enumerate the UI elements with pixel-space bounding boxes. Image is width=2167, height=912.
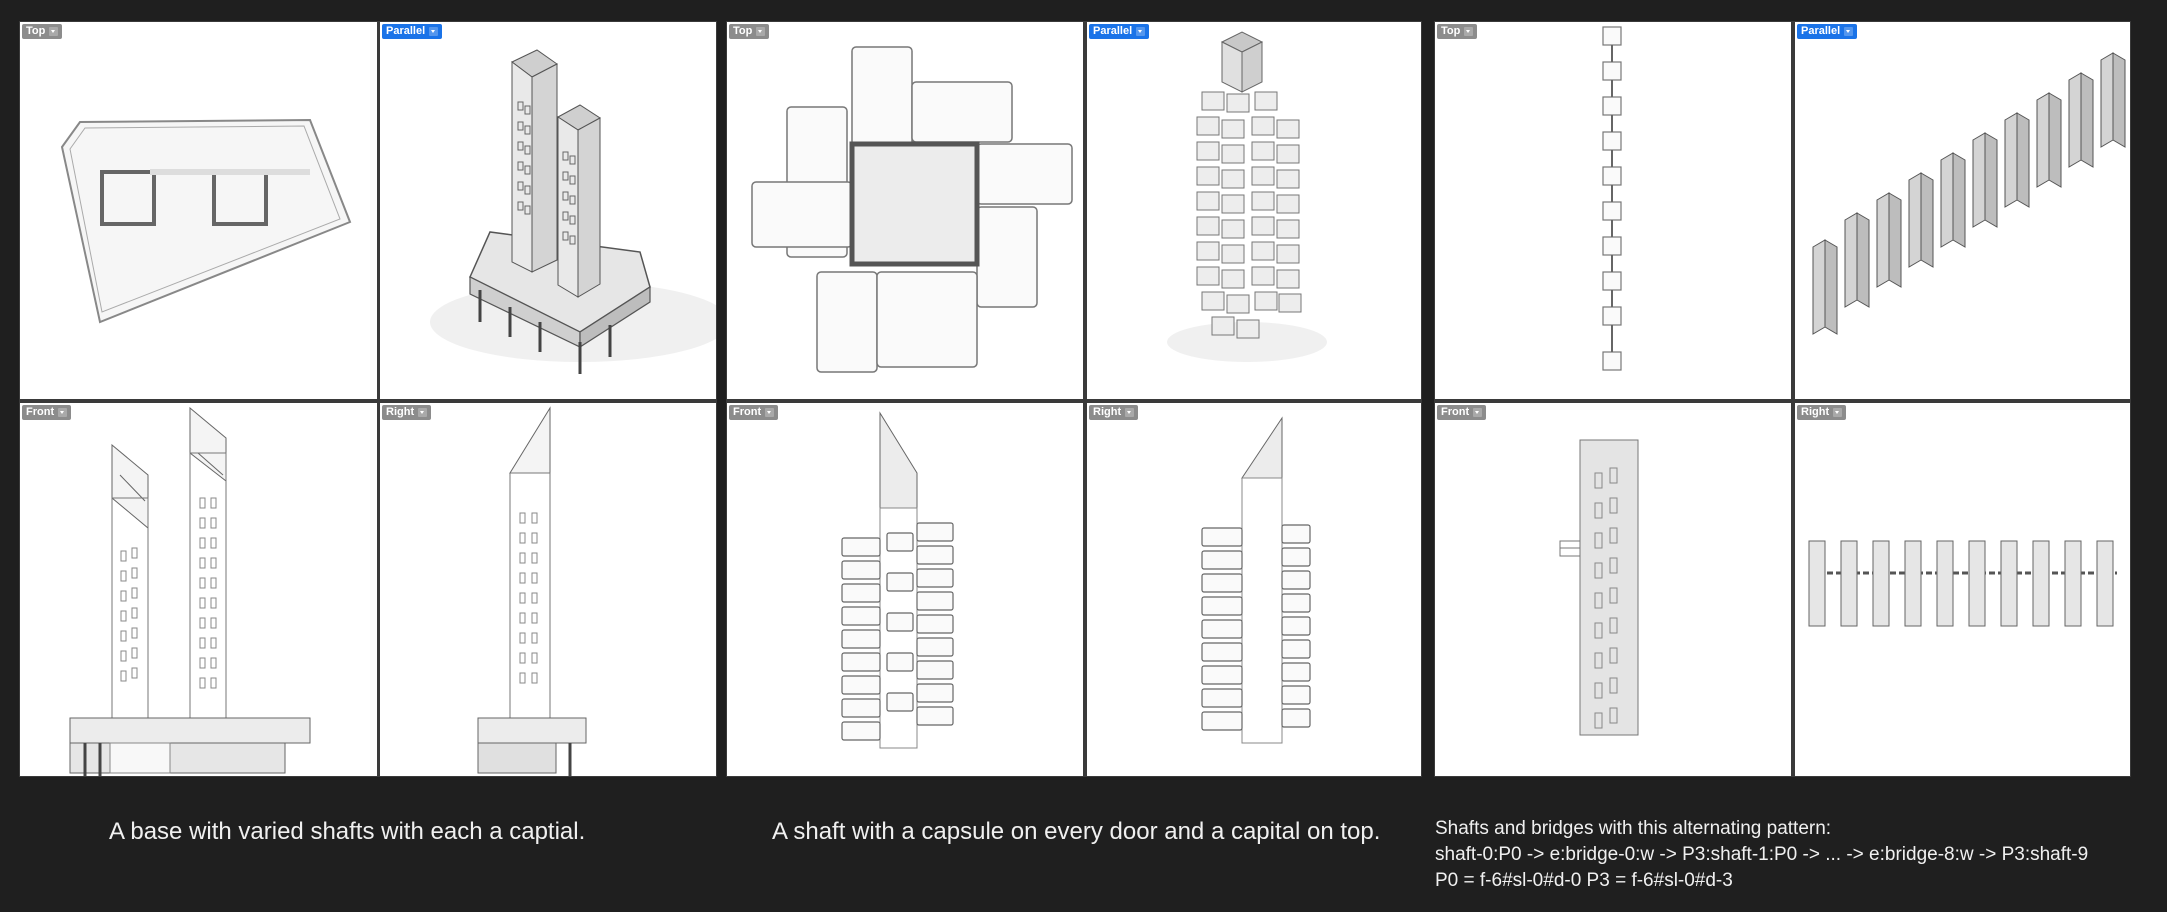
viewport-label-text: Top <box>733 25 753 37</box>
model-drawing <box>1602 26 1622 371</box>
viewport-label[interactable]: Right <box>1089 405 1139 420</box>
viewport-label-text: Parallel <box>386 25 426 37</box>
chevron-down-icon[interactable] <box>1844 27 1854 36</box>
viewport-label-text: Right <box>386 406 415 418</box>
viewport-front[interactable]: Front <box>20 403 377 776</box>
viewport-right[interactable]: Right <box>380 403 716 776</box>
chevron-down-icon[interactable] <box>1125 408 1135 417</box>
chevron-down-icon[interactable] <box>49 27 59 36</box>
caption-shafts-bridges: Shafts and bridges with this alternating… <box>1435 816 2088 894</box>
caption-base-shafts: A base with varied shafts with each a ca… <box>109 818 586 845</box>
viewport-label-text: Parallel <box>1801 25 1841 37</box>
viewport-label[interactable]: Parallel <box>1089 24 1150 39</box>
model-drawing <box>1167 31 1327 362</box>
model-drawing <box>841 411 954 749</box>
chevron-down-icon[interactable] <box>756 27 766 36</box>
viewport-front[interactable]: Front <box>727 403 1083 776</box>
chevron-down-icon[interactable] <box>429 27 439 36</box>
model-drawing <box>1812 52 2126 335</box>
chevron-down-icon[interactable] <box>1136 27 1146 36</box>
viewport-right[interactable]: Right <box>1087 403 1421 776</box>
viewport-parallel[interactable]: Parallel <box>1087 22 1421 399</box>
caption-capsule-shaft: A shaft with a capsule on every door and… <box>772 818 1381 845</box>
model-drawing <box>1559 439 1639 736</box>
viewport-label-text: Top <box>26 25 46 37</box>
viewport-label-text: Right <box>1801 406 1830 418</box>
model-drawing <box>69 406 311 776</box>
viewport-right[interactable]: Right <box>1795 403 2130 776</box>
viewport-top[interactable]: Top <box>727 22 1083 399</box>
viewport-label[interactable]: Top <box>1437 24 1478 39</box>
chevron-down-icon[interactable] <box>418 408 428 417</box>
viewport-label[interactable]: Front <box>22 405 72 420</box>
chevron-down-icon[interactable] <box>1473 408 1483 417</box>
model-drawing <box>60 118 352 324</box>
viewport-label[interactable]: Top <box>22 24 63 39</box>
model-drawing <box>751 46 1073 373</box>
viewport-label-text: Top <box>1441 25 1461 37</box>
model-drawing <box>477 406 587 776</box>
viewport-label[interactable]: Front <box>729 405 779 420</box>
model-drawing <box>1808 540 2117 627</box>
viewport-top[interactable]: Top <box>1435 22 1791 399</box>
viewport-parallel[interactable]: Parallel <box>1795 22 2130 399</box>
caption-line: Shafts and bridges with this alternating… <box>1435 818 1832 839</box>
viewport-label[interactable]: Right <box>382 405 432 420</box>
model-drawing <box>430 49 716 374</box>
viewport-label-text: Right <box>1093 406 1122 418</box>
viewport-label-text: Front <box>733 406 762 418</box>
viewport-parallel[interactable]: Parallel <box>380 22 716 399</box>
viewport-label-text: Front <box>1441 406 1470 418</box>
viewport-label-text: Front <box>26 406 55 418</box>
chevron-down-icon[interactable] <box>765 408 775 417</box>
viewport-label[interactable]: Top <box>729 24 770 39</box>
viewport-label-text: Parallel <box>1093 25 1133 37</box>
viewport-top[interactable]: Top <box>20 22 377 399</box>
chevron-down-icon[interactable] <box>1833 408 1843 417</box>
viewport-label[interactable]: Parallel <box>382 24 443 39</box>
viewport-front[interactable]: Front <box>1435 403 1791 776</box>
caption-line: shaft-0:P0 -> e:bridge-0:w -> P3:shaft-1… <box>1435 844 2089 865</box>
viewport-label[interactable]: Right <box>1797 405 1847 420</box>
viewport-label[interactable]: Front <box>1437 405 1487 420</box>
chevron-down-icon[interactable] <box>1464 27 1474 36</box>
model-drawing <box>1201 416 1311 744</box>
chevron-down-icon[interactable] <box>58 408 68 417</box>
viewport-label[interactable]: Parallel <box>1797 24 1858 39</box>
caption-line: P0 = f-6#sl-0#d-0 P3 = f-6#sl-0#d-3 <box>1435 870 1733 891</box>
